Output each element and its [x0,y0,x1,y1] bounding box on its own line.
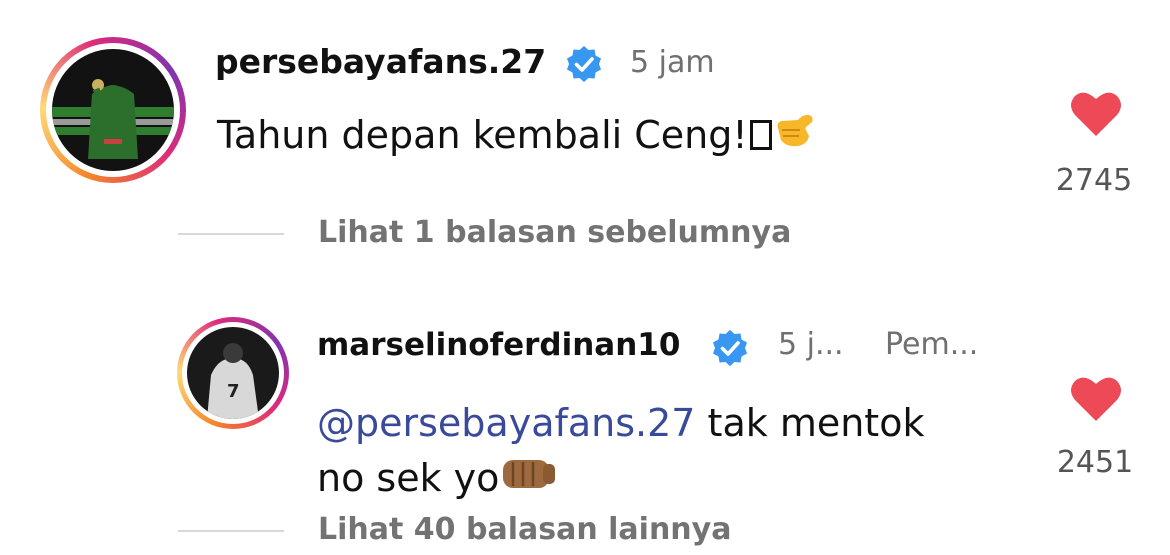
verified-badge-icon [713,330,747,366]
comment-time: 5 jam [630,45,715,80]
comment-extra-label[interactable]: Pem... [885,327,978,362]
comment-2: 7 marselinoferdinan10 5 j... Pem... @per… [0,280,1170,555]
comment-text-continued: no sek yo [317,448,559,511]
heart-icon[interactable] [1069,375,1123,423]
svg-text:7: 7 [227,381,240,402]
comment-1: persebayafans.27 5 jam Tahun depan kemba… [0,0,1170,260]
comment-text-line2: no sek yo [317,456,500,500]
missing-glyph-icon [749,120,772,150]
comment-username[interactable]: marselinoferdinan10 [317,327,680,363]
verified-badge-icon [567,46,601,82]
comment-text: Tahun depan kembali Ceng! [217,105,818,169]
fist-emoji [499,451,559,511]
comment-text-line1: tak mentok [695,401,925,445]
avatar[interactable]: 7 [177,317,289,429]
call-me-hand-emoji [772,106,818,169]
heart-icon[interactable] [1069,90,1123,138]
mention-link[interactable]: @persebayafans.27 [317,401,695,445]
comment-text: @persebayafans.27 tak mentok [317,393,924,453]
view-replies-link[interactable]: Lihat 40 balasan lainnya [318,512,731,547]
like-count: 2745 [1055,163,1133,198]
like-count: 2451 [1056,445,1134,480]
view-replies-link[interactable]: Lihat 1 balasan sebelumnya [318,215,791,250]
comment-username[interactable]: persebayafans.27 [215,42,546,81]
comment-time: 5 j... [778,327,844,362]
comment-text-content: Tahun depan kembali Ceng! [217,113,748,157]
reply-divider-line [178,233,284,235]
avatar[interactable] [40,37,186,183]
reply-divider-line [178,530,284,532]
